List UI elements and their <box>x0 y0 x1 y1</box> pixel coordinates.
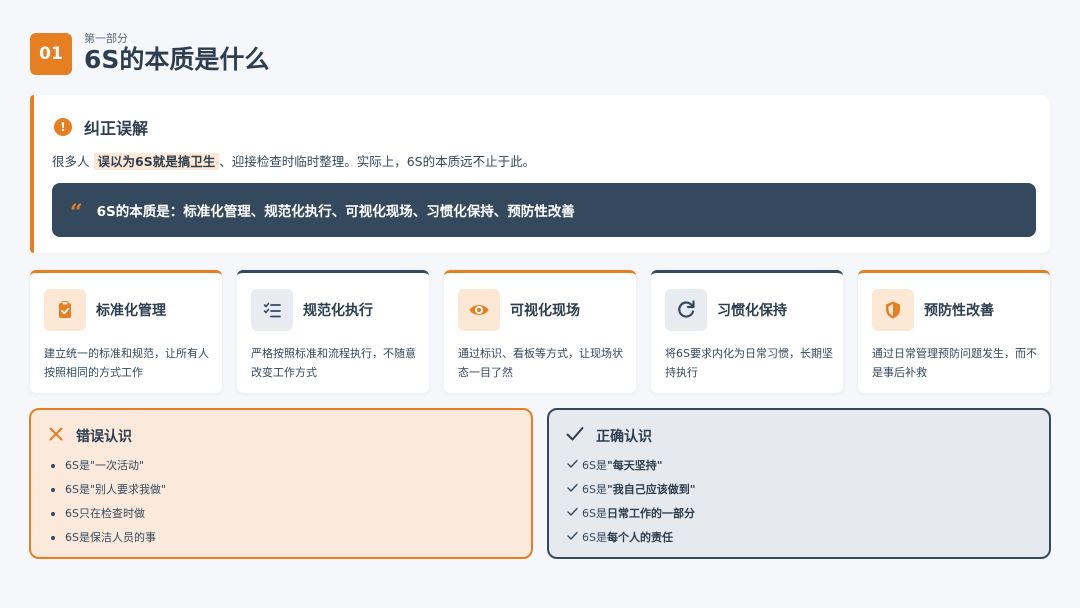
card-title: 标准化管理 <box>96 303 166 319</box>
item-emphasis: 每个人的责任 <box>606 531 673 544</box>
card-standardized-execution: 规范化执行 严格按照标准和流程执行，不随意改变工作方式 <box>237 270 429 393</box>
check-icon <box>567 481 578 499</box>
list-item: 6S是 每个人的责任 <box>567 529 695 553</box>
panel-title: 正确认识 <box>596 429 652 445</box>
quote-text: 6S的本质是：标准化管理、规范化执行、可视化现场、习惯化保持、预防性改善 <box>96 204 575 220</box>
card-title: 可视化现场 <box>510 303 580 319</box>
card-title: 规范化执行 <box>303 303 373 319</box>
item-emphasis: "我自己应该做到" <box>606 483 696 496</box>
correction-header: ! 纠正误解 <box>54 115 148 139</box>
item-prefix: 6S是 <box>582 507 607 520</box>
card-title: 预防性改善 <box>924 303 994 319</box>
card-description: 通过日常管理预防问题发生，而不是事后补救 <box>872 347 1037 379</box>
list-item-text: 6S是"一次活动" <box>65 459 145 472</box>
essence-cards: 标准化管理 建立统一的标准和规范，让所有人按照相同的方式工作 规范化执行 严格按… <box>30 270 1050 393</box>
list-item-text: 6S只在检查时做 <box>65 507 145 520</box>
check-icon <box>567 529 578 547</box>
card-header: 标准化管理 <box>44 289 166 331</box>
correction-panel: ! 纠正误解 很多人 误以为6S就是搞卫生 、迎接检查时临时整理。实际上，6S的本… <box>30 95 1050 253</box>
card-habitual-maintenance: 习惯化保持 将6S要求内化为日常习惯，长期坚持执行 <box>651 270 843 393</box>
card-header: 可视化现场 <box>458 289 580 331</box>
check-icon <box>567 457 578 475</box>
item-emphasis: "每天坚持" <box>606 459 663 472</box>
section-subtitle: 第一部分 <box>84 32 128 45</box>
correct-understanding-panel: 正确认识 6S是 "每天坚持" 6S是 "我自己应该做到" 6S是 日常工作的一部分 … <box>547 408 1051 559</box>
bullet <box>51 512 55 516</box>
list-item: 6S只在检查时做 <box>49 505 166 529</box>
item-prefix: 6S是 <box>582 483 607 496</box>
correction-text-before: 很多人 <box>52 154 90 169</box>
title-block: 第一部分 6S的本质是什么 <box>84 33 269 75</box>
item-emphasis: 日常工作的一部分 <box>606 507 695 520</box>
list-item: 6S是"一次活动" <box>49 457 166 481</box>
list-item: 6S是"别人要求我做" <box>49 481 166 505</box>
card-standardized-management: 标准化管理 建立统一的标准和规范，让所有人按照相同的方式工作 <box>30 270 222 393</box>
card-description: 严格按照标准和流程执行，不随意改变工作方式 <box>251 347 416 379</box>
wrong-list: 6S是"一次活动" 6S是"别人要求我做" 6S只在检查时做 6S是保洁人员的事 <box>49 457 166 553</box>
list-item: 6S是 日常工作的一部分 <box>567 505 695 529</box>
card-description: 将6S要求内化为日常习惯，长期坚持执行 <box>665 347 833 379</box>
list-item: 6S是 "我自己应该做到" <box>567 481 695 505</box>
panel-header: 错误认识 <box>48 426 132 446</box>
list-item-text: 6S是保洁人员的事 <box>65 531 156 544</box>
card-preventive-improvement: 预防性改善 通过日常管理预防问题发生，而不是事后补救 <box>858 270 1050 393</box>
quote-bar: “ 6S的本质是：标准化管理、规范化执行、可视化现场、习惯化保持、预防性改善 <box>52 183 1036 237</box>
card-header: 预防性改善 <box>872 289 994 331</box>
list-item-text: 6S是"别人要求我做" <box>65 483 167 496</box>
bullet <box>51 536 55 540</box>
checklist-icon <box>251 289 293 331</box>
correction-title: 纠正误解 <box>84 119 149 138</box>
shield-icon <box>872 289 914 331</box>
quote-icon: “ <box>70 200 83 226</box>
card-header: 规范化执行 <box>251 289 373 331</box>
wrong-understanding-panel: 错误认识 6S是"一次活动" 6S是"别人要求我做" 6S只在检查时做 6S是保… <box>29 408 533 559</box>
list-item: 6S是 "每天坚持" <box>567 457 695 481</box>
card-description: 通过标识、看板等方式，让现场状态一目了然 <box>458 347 623 379</box>
card-visual-site: 可视化现场 通过标识、看板等方式，让现场状态一目了然 <box>444 270 636 393</box>
clipboard-check-icon <box>44 289 86 331</box>
correction-text: 很多人 误以为6S就是搞卫生 、迎接检查时临时整理。实际上，6S的本质远不止于此。 <box>52 151 535 170</box>
list-item: 6S是保洁人员的事 <box>49 529 166 553</box>
card-description: 建立统一的标准和规范，让所有人按照相同的方式工作 <box>44 347 209 379</box>
panel-title: 错误认识 <box>76 429 132 445</box>
section-number-badge: 01 <box>30 33 72 75</box>
check-icon <box>566 426 584 446</box>
bullet <box>51 464 55 468</box>
section-header: 01 第一部分 6S的本质是什么 <box>30 32 269 76</box>
misconception-highlight: 误以为6S就是搞卫生 <box>93 153 220 170</box>
panel-header: 正确认识 <box>566 426 652 446</box>
page-title: 6S的本质是什么 <box>84 45 270 74</box>
item-prefix: 6S是 <box>582 531 607 544</box>
item-prefix: 6S是 <box>582 459 607 472</box>
exclamation-icon: ! <box>54 118 72 136</box>
bullet <box>51 488 55 492</box>
eye-icon <box>458 289 500 331</box>
card-title: 习惯化保持 <box>717 303 787 319</box>
correct-list: 6S是 "每天坚持" 6S是 "我自己应该做到" 6S是 日常工作的一部分 6S是 每个… <box>567 457 695 553</box>
cross-icon <box>48 426 64 446</box>
check-icon <box>567 505 578 523</box>
redo-icon <box>665 289 707 331</box>
card-header: 习惯化保持 <box>665 289 787 331</box>
correction-text-after: 、迎接检查时临时整理。实际上，6S的本质远不止于此。 <box>219 154 536 169</box>
